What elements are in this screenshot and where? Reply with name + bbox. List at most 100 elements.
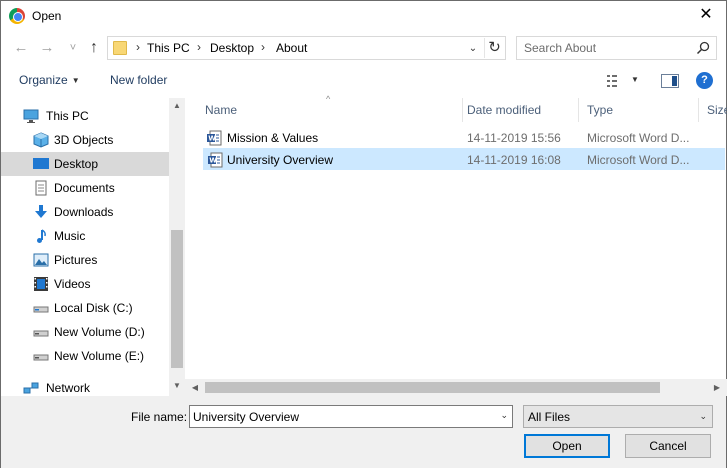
- scroll-thumb[interactable]: [171, 230, 183, 368]
- folder-icon: [113, 41, 127, 55]
- search-icon[interactable]: [695, 40, 711, 56]
- breadcrumb-about[interactable]: About: [276, 41, 307, 55]
- scroll-up-arrow[interactable]: ▲: [169, 98, 185, 114]
- scroll-left-arrow[interactable]: ◀: [187, 380, 203, 395]
- sidebar-item-label: Desktop: [54, 157, 99, 171]
- column-header-size[interactable]: Size: [699, 98, 727, 122]
- sidebar-item-downloads[interactable]: Downloads: [1, 200, 169, 224]
- sidebar-item-label: New Volume (E:): [54, 349, 145, 363]
- file-row[interactable]: W University Overview 14-11-2019 16:08 M…: [203, 148, 725, 170]
- file-type: Microsoft Word D...: [587, 131, 690, 145]
- sidebar-item-label: Music: [54, 229, 86, 243]
- search-placeholder: Search About: [524, 41, 597, 55]
- file-name: University Overview: [227, 153, 334, 167]
- sidebar-item-3d-objects[interactable]: 3D Objects: [1, 128, 169, 152]
- column-header-type[interactable]: Type: [579, 98, 699, 122]
- file-list: Name ^ Date modified Type Size W Mission…: [197, 94, 727, 396]
- file-type-select[interactable]: All Files ⌄: [523, 405, 713, 428]
- scroll-right-arrow[interactable]: ▶: [709, 380, 725, 395]
- cube-icon: [33, 132, 49, 148]
- drive-icon: [33, 330, 49, 337]
- open-button[interactable]: Open: [524, 434, 610, 458]
- chrome-app-icon: [9, 8, 25, 24]
- view-options-icon[interactable]: [607, 74, 633, 88]
- sidebar-item-label: Pictures: [54, 253, 98, 267]
- close-button[interactable]: ✕: [696, 5, 716, 25]
- file-date: 14-11-2019 16:08: [467, 153, 561, 167]
- sort-arrow-icon: ^: [326, 94, 331, 104]
- file-name-label: File name:: [131, 410, 188, 424]
- sidebar-item-label: 3D Objects: [54, 133, 114, 147]
- file-type: Microsoft Word D...: [587, 153, 690, 167]
- picture-icon: [33, 253, 49, 267]
- up-button[interactable]: ↑: [86, 39, 102, 57]
- file-row[interactable]: W Mission & Values 14-11-2019 15:56 Micr…: [203, 127, 725, 149]
- desktop-icon: [33, 158, 49, 169]
- sidebar-item-music[interactable]: Music: [1, 224, 169, 248]
- breadcrumb-desktop[interactable]: Desktop: [210, 41, 254, 55]
- sidebar-item-pictures[interactable]: Pictures: [1, 248, 169, 272]
- forward-button[interactable]: →: [39, 39, 55, 57]
- recent-locations-button[interactable]: ˅: [65, 39, 81, 57]
- download-icon: [35, 205, 47, 218]
- title-bar: Open ✕: [1, 1, 726, 31]
- cancel-button[interactable]: Cancel: [625, 434, 711, 458]
- view-dropdown-icon[interactable]: ▼: [631, 75, 639, 84]
- video-icon: [34, 277, 48, 291]
- chevron-down-icon: ▼: [71, 76, 80, 86]
- search-input[interactable]: Search About: [516, 36, 717, 60]
- computer-icon: [23, 109, 39, 123]
- sidebar-item-new-volume-d[interactable]: New Volume (D:): [1, 320, 169, 344]
- word-document-icon: W: [207, 130, 222, 146]
- address-dropdown-button[interactable]: ⌄: [466, 42, 480, 56]
- sidebar-item-label: Documents: [54, 181, 115, 195]
- file-name-input[interactable]: [193, 409, 493, 425]
- sidebar-item-label: Local Disk (C:): [54, 301, 133, 315]
- music-icon: [37, 229, 46, 243]
- sidebar-item-label: Downloads: [54, 205, 114, 219]
- address-bar[interactable]: › This PC › Desktop › About ⌄ ↻: [107, 36, 506, 60]
- dialog-footer: File name: ⌄ All Files ⌄ Open Cancel: [1, 396, 726, 468]
- preview-pane-icon[interactable]: [661, 74, 679, 88]
- scroll-thumb[interactable]: [205, 382, 660, 393]
- sidebar-item-label: Videos: [54, 277, 91, 291]
- file-type-value: All Files: [528, 410, 571, 424]
- column-header-date-modified[interactable]: Date modified: [459, 98, 579, 122]
- help-icon[interactable]: ?: [696, 72, 713, 89]
- sidebar-item-desktop[interactable]: Desktop: [1, 152, 169, 176]
- sidebar-item-videos[interactable]: Videos: [1, 272, 169, 296]
- sidebar-item-documents[interactable]: Documents: [1, 176, 169, 200]
- column-header-name[interactable]: Name ^: [197, 94, 463, 122]
- sidebar-item-this-pc[interactable]: This PC: [1, 104, 169, 128]
- file-date: 14-11-2019 15:56: [467, 131, 561, 145]
- sidebar-item-local-disk-c[interactable]: Local Disk (C:): [1, 296, 169, 320]
- file-name: Mission & Values: [227, 131, 319, 145]
- scroll-down-arrow[interactable]: ▼: [169, 378, 185, 394]
- open-dialog: Open ✕ ← → ˅ ↑ › This PC › Desktop › Abo…: [0, 0, 727, 468]
- svg-text:W: W: [208, 135, 216, 143]
- back-button[interactable]: ←: [13, 39, 29, 57]
- sidebar-item-label: New Volume (D:): [54, 325, 145, 339]
- breadcrumb-separator: ›: [136, 40, 140, 54]
- drive-icon: [33, 306, 49, 313]
- sidebar-item-label: This PC: [46, 109, 89, 123]
- dialog-title: Open: [32, 9, 62, 23]
- word-document-icon: W: [208, 152, 223, 168]
- svg-text:W: W: [209, 157, 217, 165]
- breadcrumb-separator[interactable]: ›: [261, 40, 265, 54]
- navigation-pane: This PC 3D Objects Desktop Documents Dow…: [1, 98, 185, 396]
- horizontal-scrollbar[interactable]: ◀ ▶: [185, 379, 727, 396]
- new-folder-button[interactable]: New folder: [110, 73, 167, 87]
- sidebar-item-new-volume-e[interactable]: New Volume (E:): [1, 344, 169, 368]
- sidebar-scrollbar[interactable]: ▲ ▼: [169, 98, 185, 396]
- organize-label: Organize: [19, 73, 68, 87]
- document-icon: [35, 180, 47, 196]
- chevron-down-icon: ⌄: [699, 411, 707, 421]
- organize-button[interactable]: Organize ▼: [19, 73, 80, 87]
- sidebar-item-label: Network: [46, 381, 91, 395]
- refresh-button[interactable]: ↻: [484, 38, 504, 58]
- breadcrumb-separator[interactable]: ›: [197, 40, 201, 54]
- chevron-down-icon[interactable]: ⌄: [500, 410, 508, 421]
- breadcrumb-this-pc[interactable]: This PC: [147, 41, 190, 55]
- file-name-combobox[interactable]: ⌄: [189, 405, 513, 428]
